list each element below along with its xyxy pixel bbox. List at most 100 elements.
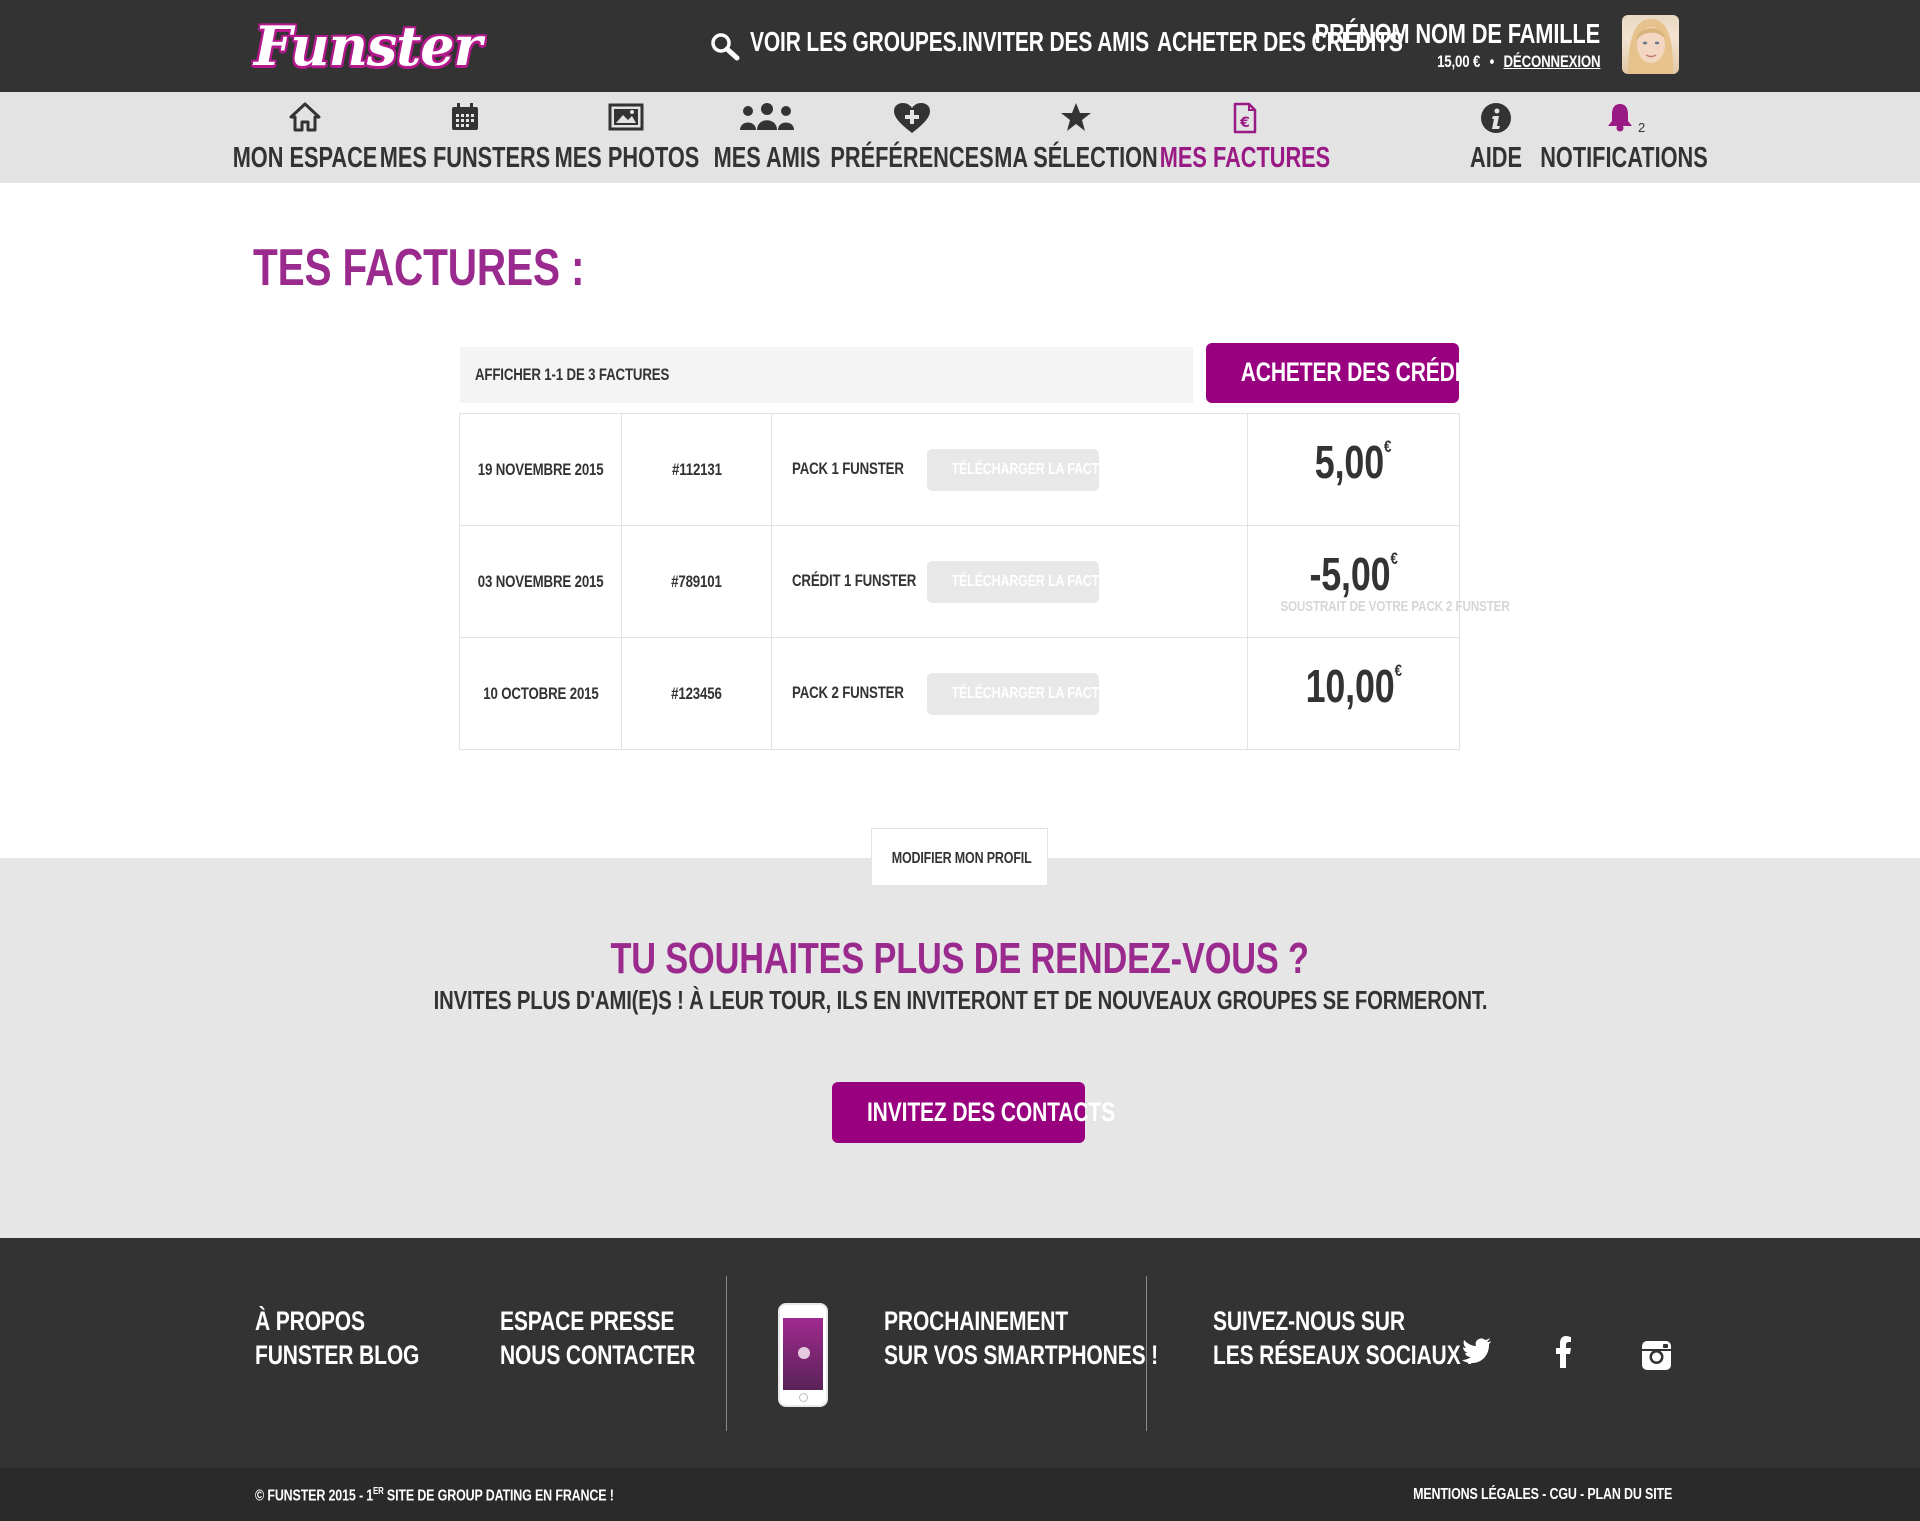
invoice-description-wrap: Crédit 1 Funster [792, 571, 922, 591]
nav-label: Notifications [1540, 142, 1708, 174]
invoice-number: #123456 [671, 683, 723, 703]
footer-about-link[interactable]: À propos [255, 1306, 396, 1337]
invoice-count-text: Afficher 1-1 de 3 factures [475, 365, 670, 384]
invite-contacts-label: Invitez des contacts [866, 1097, 1116, 1127]
nav-label: Ma sélection [994, 142, 1158, 174]
nav-item-mon-espace[interactable]: Mon espace [233, 92, 377, 183]
copyright-prefix: © Funster 2015 - 1 [255, 1487, 374, 1505]
funster-logo[interactable]: Funster [254, 14, 482, 78]
nav-item-notifications[interactable]: 2 Notifications [1540, 92, 1708, 183]
logout-link[interactable]: Déconnexion [1503, 52, 1600, 71]
invoice-amount: 10,00 [1305, 659, 1395, 712]
nav-item-mes-funsters[interactable]: Mes funsters [380, 92, 550, 183]
download-invoice-button[interactable]: Télécharger la facture [927, 448, 1125, 491]
nav-item-preferences[interactable]: Préférences [830, 92, 994, 183]
currency-symbol: € [1394, 660, 1402, 680]
legal-links[interactable]: Mentions légales - CGU - Plan du site [1340, 1486, 1672, 1504]
invoice-date-cell: 03 novembre 2015 [458, 525, 623, 638]
footer-blog-label: Funster blog [255, 1340, 420, 1370]
invoice-amount-scaled: 5,00€ [1315, 435, 1392, 489]
cta-subtitle-text: Invites plus d'ami(e)s ! À leur tour, il… [433, 985, 1487, 1015]
invoice-description-cell: Crédit 1 Funster Télécharger la facture [771, 525, 1248, 638]
footer-blog-link[interactable]: Funster blog [255, 1340, 466, 1371]
cta-subtitle: Invites plus d'ami(e)s ! À leur tour, il… [0, 985, 1920, 1016]
facebook-icon[interactable] [1556, 1336, 1572, 1368]
download-invoice-button[interactable]: Télécharger la facture [927, 560, 1125, 603]
nav-label: Aide [1470, 142, 1522, 174]
invoice-description: Crédit 1 Funster [792, 570, 917, 590]
invite-cta-section [0, 858, 1920, 1238]
invoice-number: #789101 [671, 571, 723, 591]
nav-label: Mes funsters [379, 142, 551, 174]
edit-profile-tab[interactable]: Modifier mon profil [871, 828, 1048, 886]
buy-credits-button[interactable]: Acheter des crédits [1206, 343, 1487, 403]
nav-item-ma-selection[interactable]: Ma sélection [994, 92, 1158, 183]
heart-plus-icon [894, 103, 930, 133]
invoice-amount-wrap: -5,00€ [1297, 548, 1410, 600]
table-row: 19 novembre 2015 #112131 Pack 1 Funster … [458, 413, 1461, 526]
invoice-date-cell: 10 octobre 2015 [458, 637, 623, 750]
footer-press-label: Espace presse [500, 1306, 675, 1336]
download-invoice-button[interactable]: Télécharger la facture [927, 672, 1125, 715]
legal-links-text: Mentions légales - CGU - Plan du site [1412, 1486, 1672, 1503]
nav-item-aide[interactable]: Aide [1470, 92, 1522, 183]
footer-divider [1146, 1276, 1147, 1431]
invite-contacts-button[interactable]: Invitez des contacts [832, 1082, 1115, 1143]
invoice-amount-cell: 5,00€ [1246, 413, 1461, 526]
invoice-description: Pack 2 Funster [792, 682, 905, 702]
home-icon [289, 102, 321, 132]
invoice-description-wrap: Pack 2 Funster [792, 683, 922, 703]
main-nav: Mon espace Mes funsters Mes photos M [0, 92, 1920, 183]
invoices-table: 19 novembre 2015 #112131 Pack 1 Funster … [458, 413, 1510, 750]
separator-dot: • [1489, 52, 1494, 71]
copyright: © Funster 2015 - 1er site de group datin… [255, 1486, 715, 1505]
invoice-amount: 5,00 [1315, 435, 1385, 488]
friends-icon [740, 103, 794, 130]
nav-item-mes-factures[interactable]: € Mes factures [1160, 92, 1330, 183]
table-row: 10 octobre 2015 #123456 Pack 2 Funster T… [458, 637, 1461, 750]
invoice-amount-cell: -5,00€ Soustrait de votre pack 2 Funster [1246, 525, 1510, 638]
invoice-number-cell: #112131 [621, 413, 773, 526]
avatar[interactable] [1622, 15, 1679, 74]
copyright-suffix: site de group dating en France ! [383, 1487, 614, 1505]
download-invoice-label: Télécharger la facture [951, 684, 1126, 702]
invite-friends-label: Inviter des amis [962, 26, 1150, 57]
footer-social-line1: Suivez-nous sur [1213, 1306, 1459, 1337]
user-subline: 15,00 € • Déconnexion [1391, 52, 1601, 72]
copyright-superscript: er [373, 1486, 384, 1497]
nav-item-mes-amis[interactable]: Mes amis [714, 92, 820, 183]
invoice-amount-scaled: -5,00€ [1309, 547, 1397, 601]
footer-press-link[interactable]: Espace presse [500, 1306, 723, 1337]
cta-title: Tu souhaites plus de rendez-vous ? [0, 934, 1920, 984]
invoice-count-bar: Afficher 1-1 de 3 factures [460, 347, 1193, 403]
footer-mobile-line2-text: sur vos smartphones ! [884, 1340, 1159, 1370]
page-title: Tes factures : [253, 238, 678, 298]
currency-symbol: € [1384, 436, 1392, 456]
smartphone-icon [778, 1303, 828, 1407]
invoice-date: 19 novembre 2015 [477, 459, 604, 479]
invoice-number-cell: #789101 [621, 525, 773, 638]
buy-credits-button-label: Acheter des crédits [1240, 357, 1488, 387]
invoice-date: 03 novembre 2015 [477, 571, 604, 591]
edit-profile-label: Modifier mon profil [891, 850, 1032, 867]
twitter-icon[interactable] [1462, 1338, 1492, 1364]
smartphone-screen [783, 1318, 823, 1390]
invoice-number-cell: #123456 [621, 637, 773, 750]
invoice-amount-wrap: 5,00€ [1304, 436, 1402, 488]
footer-contact-link[interactable]: Nous contacter [500, 1340, 750, 1371]
nav-item-mes-photos[interactable]: Mes photos [555, 92, 699, 183]
footer-mobile-line1-text: Prochainement [884, 1306, 1069, 1336]
footer-social-line2-text: les réseaux sociaux : [1213, 1340, 1474, 1370]
info-icon [1481, 103, 1511, 133]
calendar-icon [452, 103, 478, 130]
user-name[interactable]: Prénom Nom de famille [1234, 18, 1600, 50]
svg-text:€: € [1239, 115, 1250, 131]
nav-label: Mes factures [1159, 142, 1331, 174]
invoice-euro-icon: € [1233, 102, 1257, 134]
instagram-icon[interactable] [1641, 1340, 1672, 1371]
footer-about-label: À propos [255, 1306, 365, 1336]
invoice-amount-wrap: 10,00€ [1292, 660, 1415, 712]
top-bar: Funster Voir les groupes... Inviter des … [0, 0, 1920, 92]
page-title-text: Tes factures : [253, 239, 585, 297]
star-icon [1061, 103, 1091, 131]
